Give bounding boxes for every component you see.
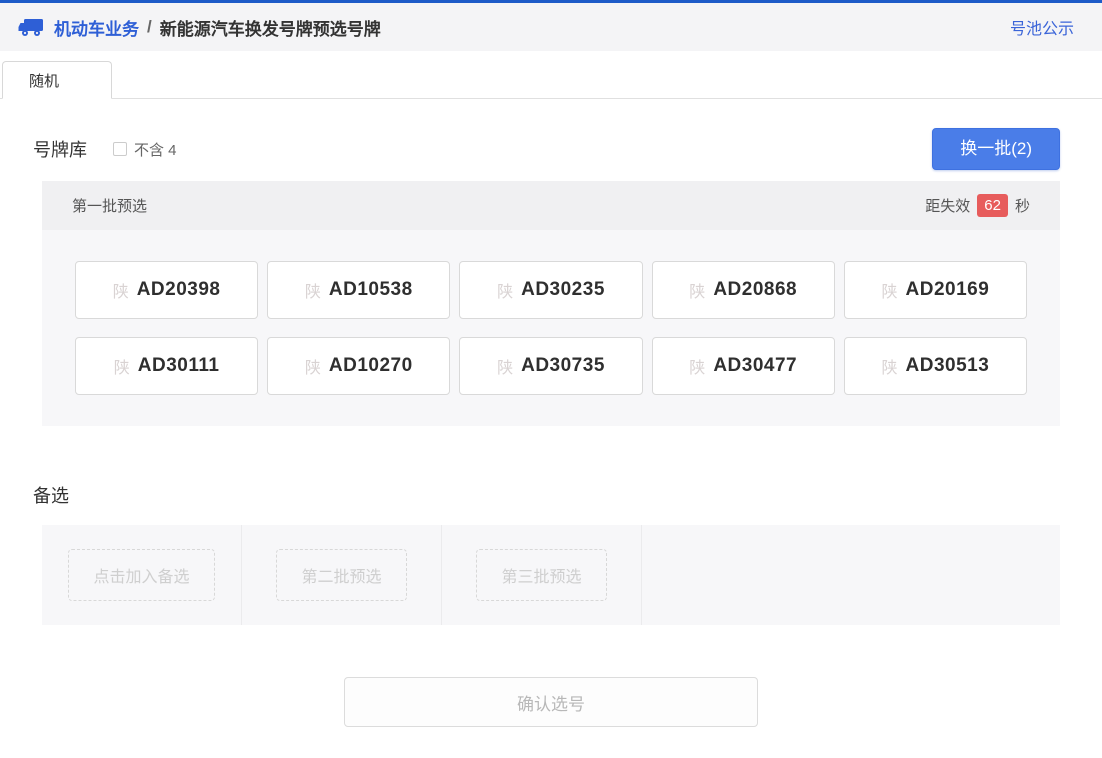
exclude-four-label[interactable]: 不含 4 <box>134 139 177 160</box>
plate-option[interactable]: 陕 AD30477 <box>652 337 835 395</box>
expire-suffix: 秒 <box>1015 195 1030 216</box>
main-content: 号牌库 不含 4 换一批(2) 第一批预选 距失效 62 秒 陕 AD20398… <box>0 127 1102 727</box>
alternate-panel: 点击加入备选 第二批预选 第三批预选 <box>42 525 1060 625</box>
plate-number: AD30235 <box>521 279 605 301</box>
first-batch-title: 第一批预选 <box>72 195 147 216</box>
truck-icon <box>18 16 44 38</box>
tab-random[interactable]: 随机 <box>2 61 112 99</box>
confirm-row: 确认选号 <box>42 677 1060 727</box>
expire-seconds-badge: 62 <box>977 194 1008 217</box>
pool-title: 号牌库 <box>33 136 87 162</box>
plate-option[interactable]: 陕 AD30513 <box>844 337 1027 395</box>
alternate-title: 备选 <box>33 482 1060 508</box>
alternate-slot-button[interactable]: 第三批预选 <box>476 549 606 601</box>
plate-option[interactable]: 陕 AD20169 <box>844 261 1027 319</box>
breadcrumb: 机动车业务 / 新能源汽车换发号牌预选号牌 <box>54 15 381 40</box>
plate-province: 陕 <box>497 278 513 302</box>
plate-option[interactable]: 陕 AD10270 <box>267 337 450 395</box>
alternate-slot-button[interactable]: 点击加入备选 <box>68 549 214 601</box>
first-batch-panel: 第一批预选 距失效 62 秒 陕 AD20398 陕 AD10538 陕 AD3… <box>42 181 1060 426</box>
tab-bar: 随机 <box>0 51 1102 99</box>
plate-number: AD20398 <box>137 279 221 301</box>
plate-province: 陕 <box>305 354 321 378</box>
alternate-cell: 第二批预选 <box>242 525 442 625</box>
plate-province: 陕 <box>689 354 705 378</box>
first-batch-body: 陕 AD20398 陕 AD10538 陕 AD30235 陕 AD20868 … <box>42 230 1060 426</box>
plate-number: AD30513 <box>906 355 990 377</box>
plate-province: 陕 <box>497 354 513 378</box>
plate-number: AD20169 <box>906 279 990 301</box>
pool-notice-link[interactable]: 号池公示 <box>1010 15 1074 39</box>
breadcrumb-separator: / <box>147 17 152 37</box>
first-batch-header: 第一批预选 距失效 62 秒 <box>42 181 1060 230</box>
plate-option[interactable]: 陕 AD20398 <box>75 261 258 319</box>
exclude-four-checkbox[interactable] <box>113 142 127 156</box>
plate-number: AD20868 <box>713 279 797 301</box>
plate-province: 陕 <box>881 278 897 302</box>
plate-number: AD30111 <box>138 355 220 377</box>
plate-option[interactable]: 陕 AD30235 <box>459 261 642 319</box>
plate-option[interactable]: 陕 AD20868 <box>652 261 835 319</box>
expire-prefix: 距失效 <box>925 195 970 216</box>
exclude-four-filter: 不含 4 <box>113 139 177 160</box>
plate-province: 陕 <box>305 278 321 302</box>
alternate-slot-button[interactable]: 第二批预选 <box>276 549 406 601</box>
page-header: 机动车业务 / 新能源汽车换发号牌预选号牌 号池公示 <box>0 3 1102 51</box>
plate-number: AD30735 <box>521 355 605 377</box>
plate-grid: 陕 AD20398 陕 AD10538 陕 AD30235 陕 AD20868 … <box>75 261 1027 395</box>
alternate-cell: 点击加入备选 <box>42 525 242 625</box>
plate-province: 陕 <box>881 354 897 378</box>
alternate-cell: 第三批预选 <box>442 525 642 625</box>
plate-province: 陕 <box>689 278 705 302</box>
plate-option[interactable]: 陕 AD10538 <box>267 261 450 319</box>
breadcrumb-root[interactable]: 机动车业务 <box>54 15 139 40</box>
plate-number: AD30477 <box>713 355 797 377</box>
breadcrumb-current: 新能源汽车换发号牌预选号牌 <box>160 15 381 40</box>
plate-province: 陕 <box>114 354 130 378</box>
plate-number: AD10270 <box>329 355 413 377</box>
expire-countdown: 距失效 62 秒 <box>925 194 1030 217</box>
plate-option[interactable]: 陕 AD30735 <box>459 337 642 395</box>
change-batch-button[interactable]: 换一批(2) <box>932 128 1060 170</box>
plate-option[interactable]: 陕 AD30111 <box>75 337 258 395</box>
plate-province: 陕 <box>113 278 129 302</box>
confirm-selection-button[interactable]: 确认选号 <box>344 677 758 727</box>
pool-header-row: 号牌库 不含 4 换一批(2) <box>42 127 1060 171</box>
plate-number: AD10538 <box>329 279 413 301</box>
